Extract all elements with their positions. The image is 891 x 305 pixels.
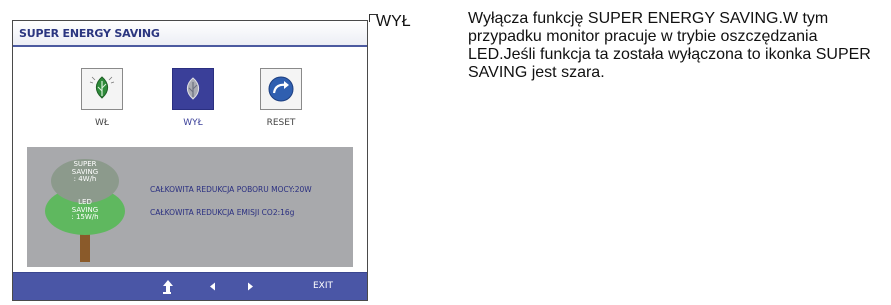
- option-row: WŁ WYŁ RESET: [13, 68, 367, 148]
- super-saving-value: : 4W/h: [73, 175, 97, 183]
- right-button[interactable]: [238, 273, 262, 300]
- option-on-label: WŁ: [95, 118, 109, 128]
- up-button[interactable]: [156, 273, 180, 300]
- osd-title: SUPER ENERGY SAVING: [19, 27, 160, 40]
- reset-arrow-icon: [268, 76, 294, 102]
- option-reset-label: RESET: [266, 118, 296, 128]
- osd-nav-bar: EXIT: [13, 272, 367, 300]
- option-on-box[interactable]: [81, 68, 123, 110]
- power-reduction-text: CAŁKOWITA REDUKCJA POBORU MOCY:20W: [150, 185, 312, 194]
- co2-reduction-text: CAŁKOWITA REDUKCJA EMISJI CO2:16g: [150, 208, 295, 217]
- right-arrow-icon: [248, 282, 253, 291]
- option-off-box[interactable]: [172, 68, 214, 110]
- left-arrow-icon: [210, 282, 215, 291]
- led-saving-label: LED SAVING : 15W/h: [65, 198, 105, 222]
- option-off[interactable]: WYŁ: [163, 68, 223, 128]
- leaf-icon: [186, 77, 200, 100]
- savings-info-panel: SUPER SAVING : 4W/h LED SAVING : 15W/h C…: [27, 147, 353, 267]
- option-on[interactable]: WŁ: [72, 68, 132, 128]
- option-reset-box[interactable]: [260, 68, 302, 110]
- led-saving-value: : 15W/h: [71, 213, 99, 221]
- option-off-label: WYŁ: [183, 118, 203, 128]
- left-button[interactable]: [201, 273, 225, 300]
- description-text: Wyłącza funkcję SUPER ENERGY SAVING.W ty…: [468, 10, 871, 81]
- super-saving-label: SUPER SAVING : 4W/h: [65, 160, 105, 184]
- osd-window: SUPER ENERGY SAVING WŁ WYŁ RESET SUPER S…: [12, 20, 368, 301]
- leaf-icon: [89, 76, 115, 99]
- up-arrow-icon: [163, 280, 173, 294]
- option-reset[interactable]: RESET: [251, 68, 311, 128]
- exit-button[interactable]: EXIT: [313, 281, 333, 291]
- osd-header: SUPER ENERGY SAVING: [13, 21, 367, 47]
- callout-label: WYŁ: [376, 13, 411, 30]
